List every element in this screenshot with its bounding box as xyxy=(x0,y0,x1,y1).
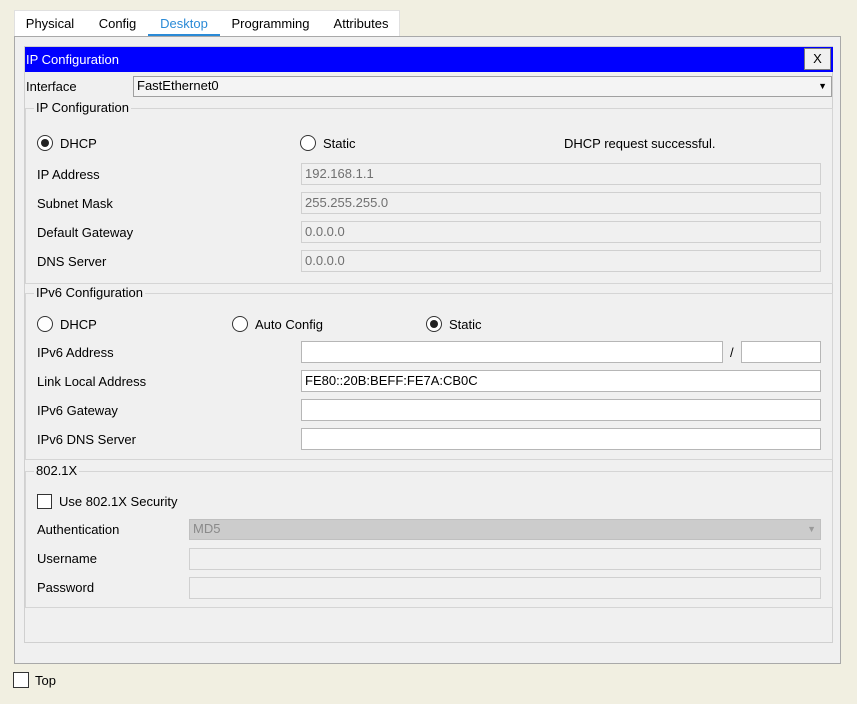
authentication-label: Authentication xyxy=(37,522,120,537)
ip-address-label: IP Address xyxy=(37,167,100,182)
ipv6-group: IPv6 Configuration DHCP Auto Config Stat… xyxy=(25,285,833,460)
ipv6-gateway-label: IPv6 Gateway xyxy=(37,403,118,418)
ipv6-address-field[interactable] xyxy=(301,341,723,363)
desktop-panel: IP Configuration X Interface FastEtherne… xyxy=(14,36,841,664)
ipv4-group-title: IP Configuration xyxy=(34,100,131,116)
ipv6-auto-config-radio[interactable] xyxy=(232,316,248,332)
ipv4-dhcp-label: DHCP xyxy=(60,136,97,151)
top-label: Top xyxy=(35,673,56,688)
ipv6-dhcp-radio[interactable] xyxy=(37,316,53,332)
subnet-mask-field[interactable]: 255.255.255.0 xyxy=(301,192,821,214)
ipv6-address-label: IPv6 Address xyxy=(37,345,114,360)
ipv6-auto-config-label: Auto Config xyxy=(255,317,323,332)
window-title: IP Configuration xyxy=(26,52,119,67)
close-button[interactable]: X xyxy=(804,48,831,70)
chevron-down-icon: ▼ xyxy=(807,524,816,534)
dot1x-group: 802.1X Use 802.1X Security Authenticatio… xyxy=(25,463,833,608)
window-title-bar: IP Configuration X xyxy=(25,47,833,72)
ipv4-dhcp-radio[interactable] xyxy=(37,135,53,151)
ipv6-dhcp-label: DHCP xyxy=(60,317,97,332)
default-gateway-field[interactable]: 0.0.0.0 xyxy=(301,221,821,243)
use-8021x-checkbox[interactable] xyxy=(37,494,52,509)
tab-programming[interactable]: Programming xyxy=(222,11,319,37)
interface-label: Interface xyxy=(26,79,77,94)
ip-configuration-window: IP Configuration X Interface FastEtherne… xyxy=(24,46,833,643)
link-local-field[interactable]: FE80::20B:BEFF:FE7A:CB0C xyxy=(301,370,821,392)
ipv6-dns-label: IPv6 DNS Server xyxy=(37,432,136,447)
top-checkbox[interactable] xyxy=(13,672,29,688)
ipv6-dns-field[interactable] xyxy=(301,428,821,450)
tab-config[interactable]: Config xyxy=(85,11,150,37)
ipv4-static-label: Static xyxy=(323,136,356,151)
interface-select[interactable]: FastEthernet0 ▼ xyxy=(133,76,832,97)
dns-server-label: DNS Server xyxy=(37,254,107,269)
default-gateway-label: Default Gateway xyxy=(37,225,134,240)
username-field[interactable] xyxy=(189,548,821,570)
authentication-value: MD5 xyxy=(193,521,221,536)
chevron-down-icon: ▼ xyxy=(818,81,827,91)
link-local-label: Link Local Address xyxy=(37,374,147,389)
dhcp-status-text: DHCP request successful. xyxy=(564,136,716,151)
ipv6-static-radio[interactable] xyxy=(426,316,442,332)
prefix-separator: / xyxy=(730,345,734,360)
tab-bar: Physical Config Desktop Programming Attr… xyxy=(14,10,401,37)
authentication-select[interactable]: MD5 ▼ xyxy=(189,519,821,540)
ipv4-static-radio[interactable] xyxy=(300,135,316,151)
password-label: Password xyxy=(37,580,95,595)
device-window: Physical Config Desktop Programming Attr… xyxy=(0,0,857,704)
ipv6-group-title: IPv6 Configuration xyxy=(34,285,145,301)
use-8021x-label: Use 802.1X Security xyxy=(59,494,178,509)
username-label: Username xyxy=(37,551,97,566)
tab-attributes[interactable]: Attributes xyxy=(321,11,401,37)
subnet-mask-label: Subnet Mask xyxy=(37,196,113,211)
dot1x-group-title: 802.1X xyxy=(34,463,80,479)
ipv6-gateway-field[interactable] xyxy=(301,399,821,421)
password-field[interactable] xyxy=(189,577,821,599)
interface-value: FastEthernet0 xyxy=(137,78,219,93)
ipv6-prefix-field[interactable] xyxy=(741,341,821,363)
dns-server-field[interactable]: 0.0.0.0 xyxy=(301,250,821,272)
tab-physical[interactable]: Physical xyxy=(15,11,85,37)
ipv4-group: IP Configuration DHCP Static DHCP reques… xyxy=(25,100,833,284)
ip-address-field[interactable]: 192.168.1.1 xyxy=(301,163,821,185)
tab-desktop[interactable]: Desktop xyxy=(148,11,220,37)
ipv6-static-label: Static xyxy=(449,317,482,332)
